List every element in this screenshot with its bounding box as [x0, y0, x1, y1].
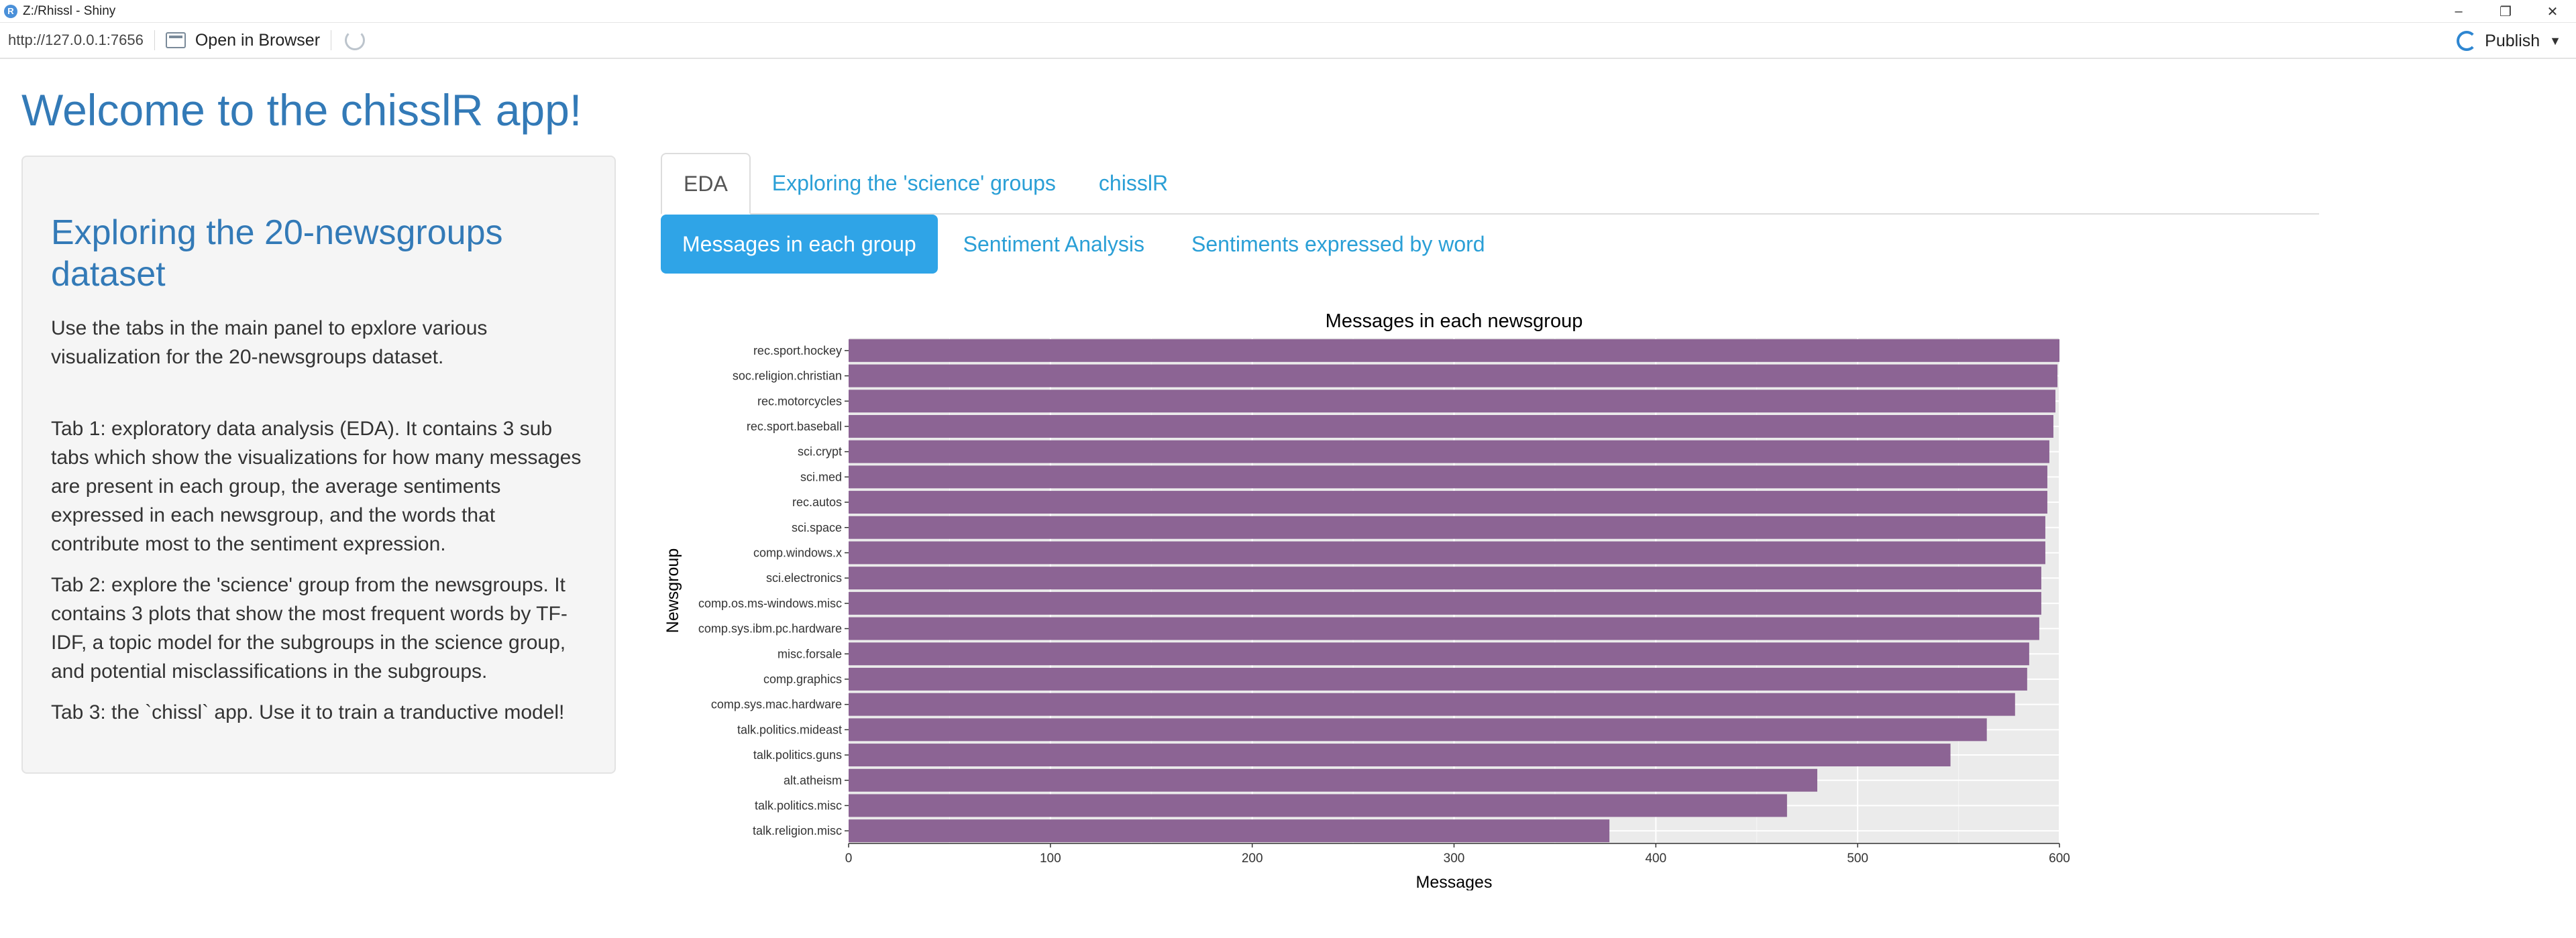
bar: [849, 591, 2041, 615]
bar: [849, 465, 2047, 489]
category-label: talk.politics.mideast: [737, 723, 842, 736]
sidebar-panel: Exploring the 20-newsgroups dataset Use …: [21, 156, 616, 774]
messages-bar-chart: rec.sport.hockey soc.religion.christian re…: [663, 310, 2070, 890]
publish-label: Publish: [2485, 31, 2540, 50]
toolbar-divider: [154, 30, 155, 50]
bar: [849, 718, 1987, 742]
category-label: talk.religion.misc: [753, 824, 842, 837]
app-icon: R: [4, 4, 17, 18]
category-label: misc.forsale: [777, 647, 842, 660]
y-axis-label: Newsgroup: [663, 548, 682, 633]
messages-chart: rec.sport.hockey soc.religion.christian re…: [661, 300, 2076, 890]
subtab-sentiments-by-word[interactable]: Sentiments expressed by word: [1170, 215, 1507, 274]
x-tick-label: 300: [1444, 852, 1465, 866]
sidebar-heading: Exploring the 20-newsgroups dataset: [51, 213, 503, 294]
category-label: comp.graphics: [763, 672, 842, 686]
open-in-browser-button[interactable]: Open in Browser: [165, 30, 321, 50]
bar: [849, 642, 2029, 666]
tab-science-groups[interactable]: Exploring the 'science' groups: [751, 153, 1077, 213]
main-tabs: EDA Exploring the 'science' groups chiss…: [661, 153, 2319, 215]
category-label: comp.sys.ibm.pc.hardware: [698, 622, 842, 636]
category-label: comp.sys.mac.hardware: [711, 698, 842, 711]
eda-subtabs: Messages in each group Sentiment Analysi…: [661, 215, 1511, 274]
bar: [849, 617, 2039, 640]
category-label: talk.politics.guns: [753, 748, 842, 762]
browser-window-icon: [165, 32, 186, 48]
viewer-toolbar: http://127.0.0.1:7656 Open in Browser Pu…: [0, 23, 2576, 59]
bar: [849, 516, 2045, 539]
bar: [849, 541, 2045, 565]
tab-chisslr[interactable]: chisslR: [1077, 153, 1189, 213]
subtab-messages-in-each-group[interactable]: Messages in each group: [661, 215, 938, 274]
bar: [849, 819, 1610, 843]
sidebar-intro-text: Use the tabs in the main panel to epxlor…: [51, 317, 488, 368]
minimize-button[interactable]: –: [2435, 0, 2482, 23]
category-label: rec.autos: [792, 495, 842, 509]
close-button[interactable]: ✕: [2529, 0, 2576, 23]
window-title: Z:/Rhissl - Shiny: [23, 3, 116, 18]
window-controls: – ❐ ✕: [2435, 0, 2576, 23]
refresh-icon[interactable]: [345, 30, 366, 50]
bar: [849, 794, 1787, 817]
bar: [849, 414, 2053, 438]
category-label: comp.windows.x: [753, 546, 842, 559]
category-label: talk.politics.misc: [755, 799, 842, 812]
url-text: http://127.0.0.1:7656: [8, 32, 144, 48]
x-tick-label: 400: [1645, 852, 1666, 866]
sidebar-tab2-text: Tab 2: explore the 'science' group from …: [51, 574, 568, 683]
sidebar-tab3-text: Tab 3: the `chissl` app. Use it to train…: [51, 701, 565, 723]
x-tick-label: 500: [1847, 852, 1868, 866]
bar: [849, 667, 2027, 691]
x-tick-label: 0: [845, 852, 853, 866]
window-title-bar: R Z:/Rhissl - Shiny – ❐ ✕: [0, 0, 2576, 23]
category-label: alt.atheism: [784, 774, 842, 787]
x-axis-label: Messages: [1416, 873, 1493, 890]
sidebar-tab1-text: Tab 1: exploratory data analysis (EDA). …: [51, 418, 582, 555]
category-label: rec.motorcycles: [757, 394, 842, 408]
category-label: soc.religion.christian: [733, 369, 842, 383]
x-tick-label: 200: [1242, 852, 1263, 866]
bar: [849, 339, 2059, 362]
category-label: comp.os.ms-windows.misc: [698, 597, 842, 610]
category-label: sci.crypt: [798, 445, 842, 459]
bar: [849, 440, 2049, 463]
publish-button[interactable]: Publish ▼: [2457, 23, 2561, 59]
bar: [849, 364, 2057, 388]
category-label: rec.sport.baseball: [747, 420, 842, 433]
category-label: rec.sport.hockey: [753, 344, 842, 357]
chevron-down-icon[interactable]: ▼: [2549, 34, 2561, 48]
category-label: sci.med: [800, 470, 842, 483]
bar: [849, 567, 2041, 590]
restore-button[interactable]: ❐: [2482, 0, 2529, 23]
x-tick-label: 600: [2049, 852, 2070, 866]
bar: [849, 768, 1817, 792]
category-label: sci.electronics: [766, 571, 842, 585]
chart-title: Messages in each newsgroup: [1326, 310, 1583, 332]
bar: [849, 693, 2015, 716]
bar: [849, 491, 2047, 514]
subtab-sentiment-analysis[interactable]: Sentiment Analysis: [942, 215, 1166, 274]
tab-eda[interactable]: EDA: [661, 153, 751, 215]
x-tick-label: 100: [1040, 852, 1061, 866]
page-title: Welcome to the chisslR app!: [21, 85, 582, 135]
bar: [849, 390, 2055, 413]
bar: [849, 744, 1951, 767]
category-label: sci.space: [792, 521, 842, 534]
open-in-browser-label: Open in Browser: [195, 30, 321, 50]
publish-icon: [2457, 31, 2477, 51]
